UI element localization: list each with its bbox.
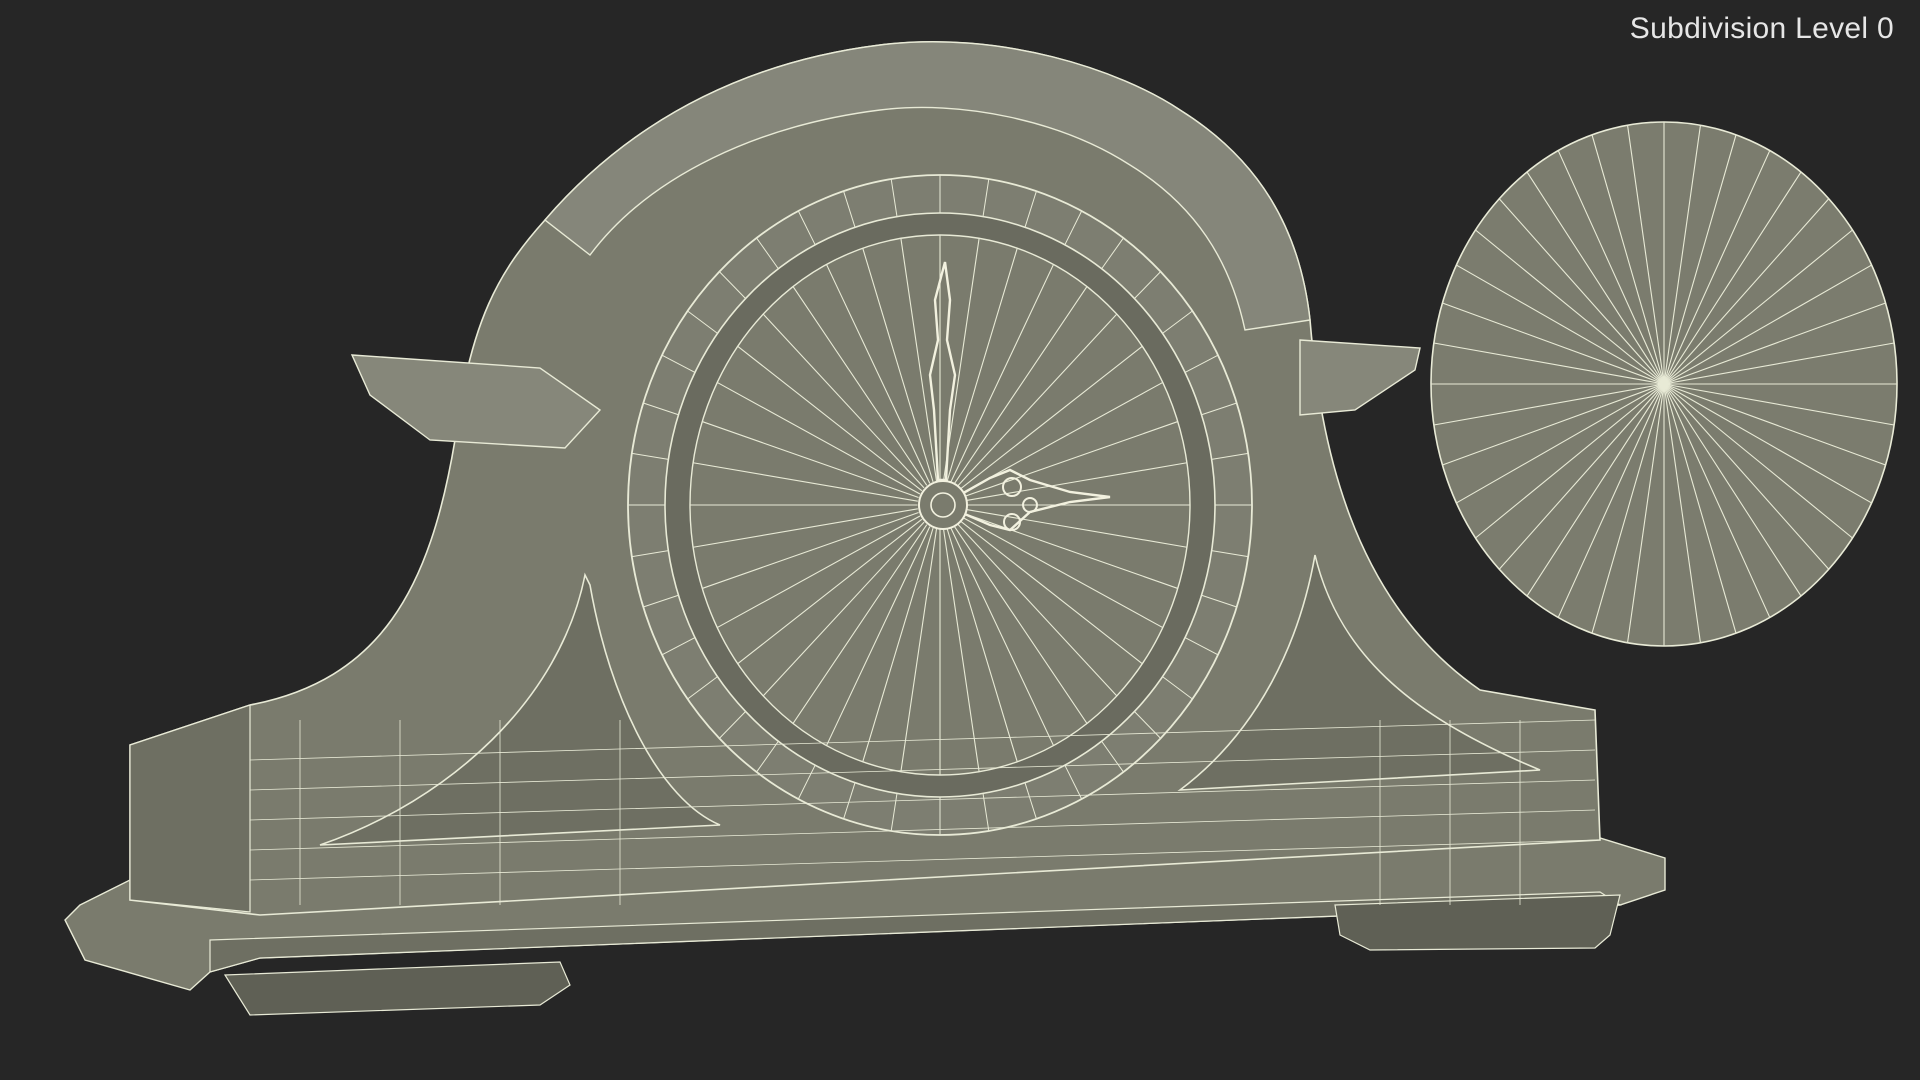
clock-foot-left	[223, 961, 571, 1016]
disc-wireframe	[1431, 122, 1897, 646]
clock-center-hub	[918, 480, 968, 530]
subdivision-level-label: Subdivision Level 0	[1629, 12, 1894, 45]
clock-ledge-right	[1299, 339, 1421, 416]
mantel-clock-model	[64, 41, 1666, 1016]
clock-body-left-front	[129, 704, 251, 913]
3d-viewport[interactable]: Subdivision Level 0	[0, 0, 1920, 1080]
wireframe-scene	[64, 41, 1898, 1016]
clock-foot-right	[1334, 894, 1621, 951]
detached-clock-face-disc	[1430, 121, 1898, 647]
